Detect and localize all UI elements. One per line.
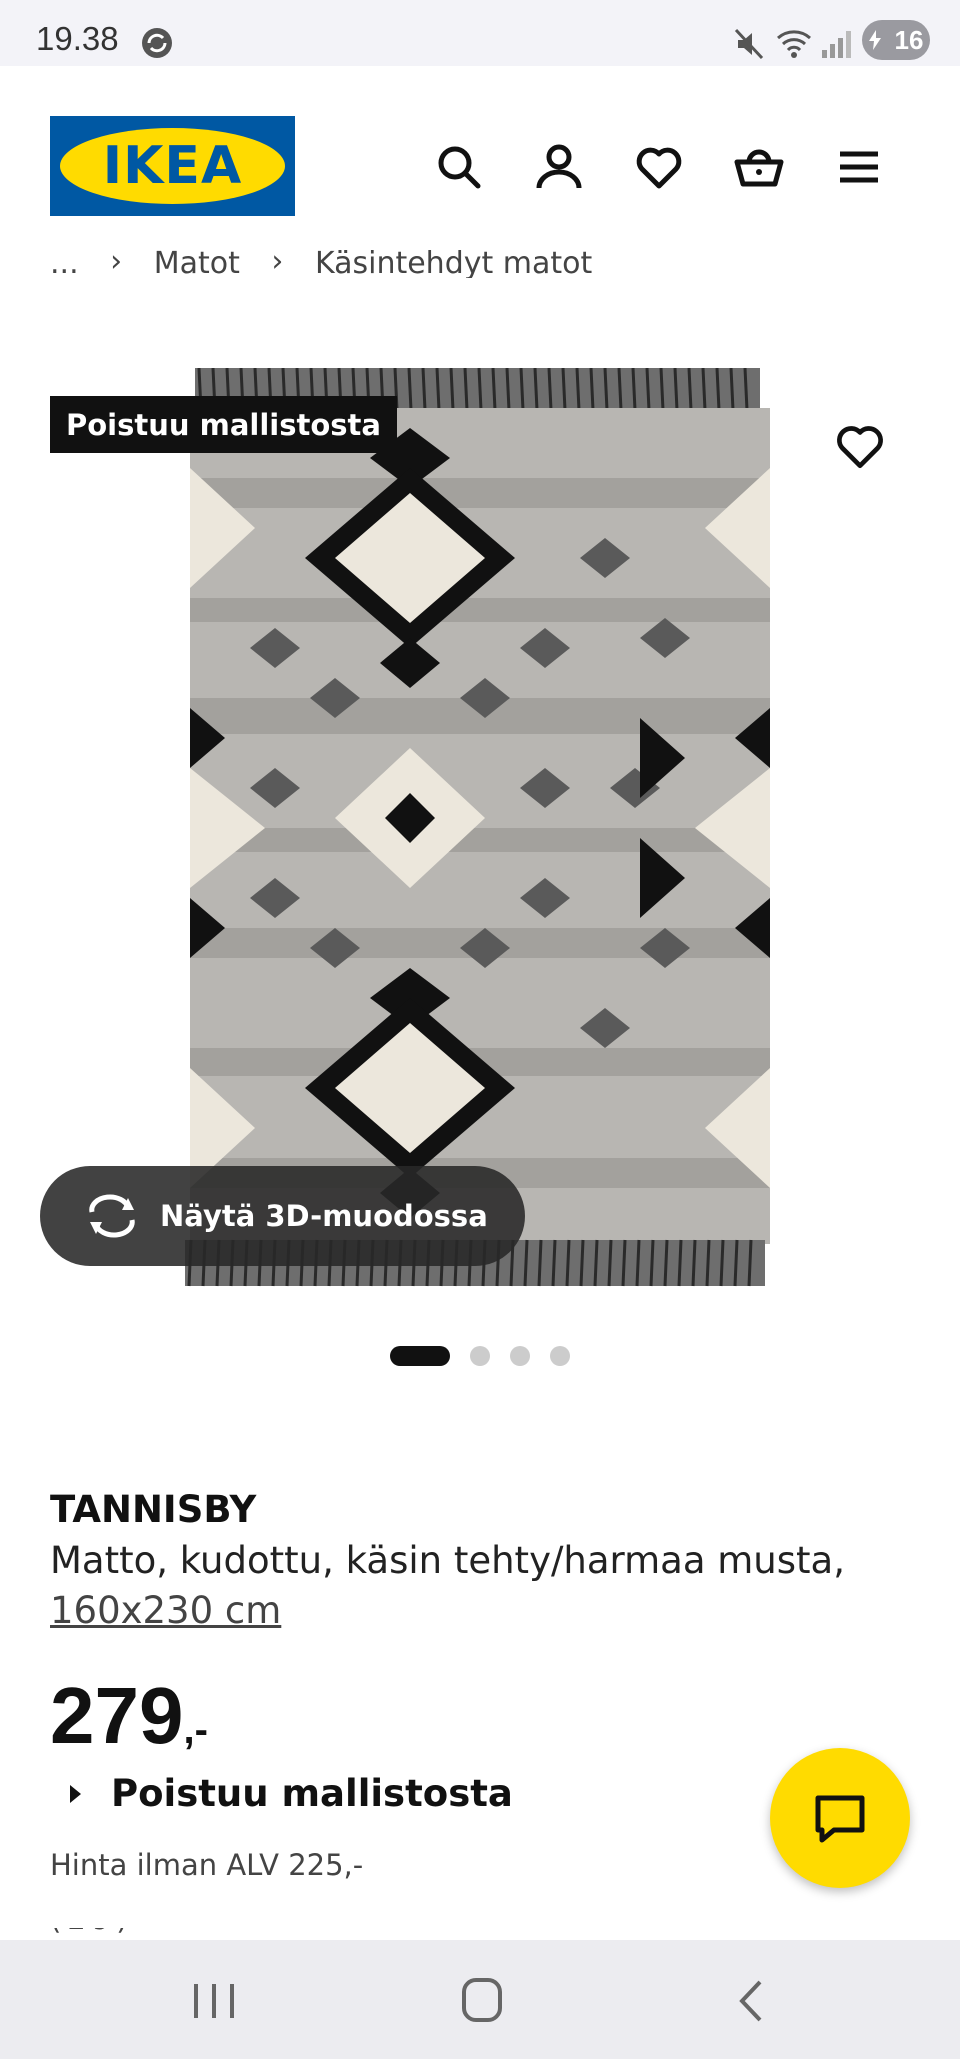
battery-level: 16 [894, 24, 924, 55]
signal-icon [822, 31, 851, 58]
status-time: 19.38 [36, 20, 119, 57]
product-name: TANNISBY [50, 1488, 257, 1531]
back-icon[interactable] [722, 1976, 782, 2026]
add-to-favorites-heart-icon[interactable] [834, 420, 886, 472]
wifi-icon [777, 30, 811, 58]
menu-icon[interactable] [834, 142, 884, 192]
view-3d-button[interactable]: Näytä 3D-muodossa [40, 1166, 525, 1266]
mute-icon [734, 28, 764, 60]
carousel-dot[interactable] [550, 1346, 570, 1366]
product-description-text: Matto, kudottu, käsin tehty/harmaa musta… [50, 1539, 845, 1582]
reviews-count: (29) [50, 1928, 134, 1936]
product-description: Matto, kudottu, käsin tehty/harmaa musta… [50, 1536, 910, 1636]
breadcrumb-item-matot[interactable]: Matot [154, 246, 240, 278]
product-size-link[interactable]: 160x230 cm [50, 1589, 281, 1632]
system-navigation-bar [0, 1940, 960, 2059]
basket-icon[interactable] [734, 142, 784, 192]
product-price: 279,- [50, 1670, 208, 1762]
view-3d-label: Näytä 3D-muodossa [160, 1199, 488, 1233]
carousel-dot-active[interactable] [390, 1346, 450, 1366]
reviews-partial[interactable]: (29) [50, 1928, 134, 1940]
status-bar: 19.38 16 [0, 0, 960, 66]
chevron-right-icon: › [271, 244, 284, 278]
breadcrumb-ellipsis[interactable]: ... [50, 246, 79, 278]
image-carousel-indicator [390, 1346, 570, 1366]
logo-text: IKEA [102, 136, 243, 196]
search-icon[interactable] [434, 142, 484, 192]
sync-icon [142, 28, 172, 58]
chat-button[interactable] [770, 1748, 910, 1888]
availability-toggle[interactable]: Poistuu mallistosta [70, 1772, 513, 1815]
account-icon[interactable] [534, 142, 584, 192]
price-excl-vat: Hinta ilman ALV 225,- [50, 1848, 364, 1882]
recents-icon[interactable] [184, 1976, 244, 2026]
breadcrumb: ... › Matot › Käsintehdyt matot [50, 236, 592, 278]
caret-right-icon [70, 1784, 81, 1803]
home-icon[interactable] [452, 1976, 512, 2026]
chat-icon [815, 1795, 865, 1843]
price-integer: 279 [50, 1671, 184, 1760]
favorites-icon[interactable] [634, 142, 684, 192]
breadcrumb-item-kasintehdyt-matot[interactable]: Käsintehdyt matot [315, 246, 592, 278]
availability-label: Poistuu mallistosta [111, 1772, 513, 1815]
battery-icon: 16 [862, 20, 930, 60]
rotate-3d-icon [89, 1194, 135, 1238]
chevron-right-icon: › [110, 244, 123, 278]
product-image[interactable] [185, 368, 775, 1288]
price-decimal: ,- [183, 1708, 208, 1752]
ikea-logo[interactable]: IKEA [50, 116, 295, 216]
carousel-dot[interactable] [470, 1346, 490, 1366]
carousel-dot[interactable] [510, 1346, 530, 1366]
charging-icon [868, 30, 881, 50]
discontinued-badge: Poistuu mallistosta [50, 396, 397, 453]
